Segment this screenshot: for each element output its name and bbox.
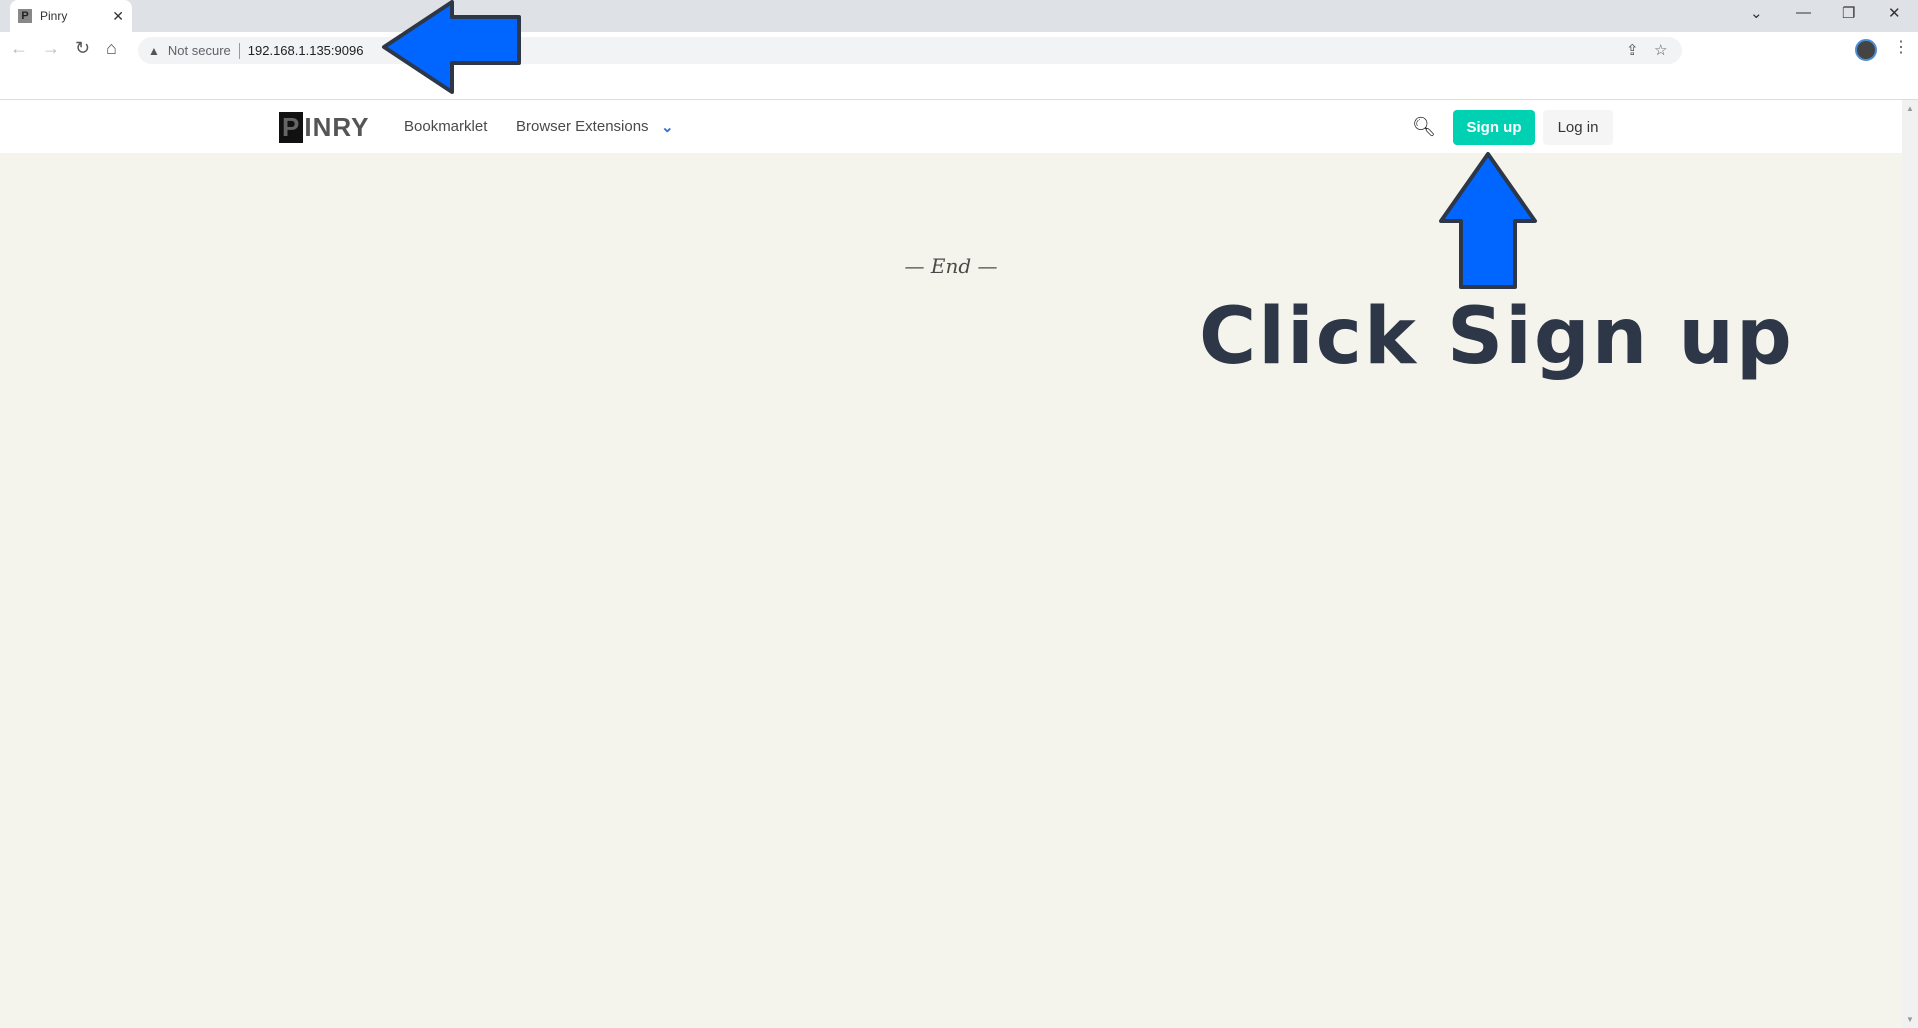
close-window-icon[interactable]: ✕	[1888, 4, 1901, 22]
site-navbar: P INRY Bookmarklet Browser Extensions ⌄ 🔍…	[0, 100, 1902, 153]
profile-avatar[interactable]	[1855, 39, 1877, 61]
scroll-up-icon[interactable]: ▲	[1906, 104, 1914, 113]
close-tab-icon[interactable]: ✕	[112, 8, 124, 25]
scroll-down-icon[interactable]: ▼	[1906, 1015, 1914, 1024]
more-menu-icon[interactable]: ⋮	[1893, 37, 1909, 57]
browser-extensions-dropdown[interactable]: Browser Extensions	[516, 118, 649, 135]
browser-toolbar: ← → ↻ ⌂ ▲ Not secure 192.168.1.135:9096 …	[0, 32, 1918, 100]
back-icon[interactable]: ←	[10, 38, 28, 59]
reload-icon[interactable]: ↻	[75, 38, 90, 59]
end-marker: — End —	[904, 254, 998, 278]
star-icon[interactable]: ☆	[1654, 41, 1667, 59]
address-bar[interactable]: ▲ Not secure 192.168.1.135:9096 ⇪ ☆	[138, 37, 1682, 64]
search-icon[interactable]: 🔍︎	[1412, 115, 1436, 139]
home-icon[interactable]: ⌂	[106, 38, 117, 59]
restore-icon[interactable]: ❐	[1842, 4, 1855, 22]
up-arrow-annotation	[1439, 152, 1537, 289]
divider	[238, 42, 240, 59]
log-in-button[interactable]: Log in	[1543, 110, 1613, 145]
url-text: 192.168.1.135:9096	[247, 43, 364, 58]
scrollbar[interactable]: ▲ ▼	[1902, 100, 1918, 1028]
bookmarklet-link[interactable]: Bookmarklet	[404, 118, 487, 135]
left-arrow-annotation	[382, 0, 521, 94]
share-icon[interactable]: ⇪	[1626, 41, 1639, 59]
minimize-icon[interactable]: —	[1796, 4, 1811, 21]
tab-strip: P Pinry ✕ ⌄ — ❐ ✕	[0, 0, 1918, 32]
warning-icon: ▲	[148, 43, 160, 58]
browser-tab[interactable]: P Pinry ✕	[10, 0, 132, 32]
tab-title: Pinry	[40, 9, 68, 23]
favicon-icon: P	[18, 9, 32, 23]
tab-search-icon[interactable]: ⌄	[1750, 4, 1763, 22]
chevron-down-icon[interactable]: ⌄	[661, 118, 674, 136]
annotation-text: Click Sign up	[1199, 292, 1794, 382]
security-label: Not secure	[167, 43, 231, 58]
sign-up-button[interactable]: Sign up	[1453, 110, 1535, 145]
forward-icon[interactable]: →	[42, 38, 60, 59]
pinry-logo[interactable]: P INRY	[279, 112, 370, 143]
